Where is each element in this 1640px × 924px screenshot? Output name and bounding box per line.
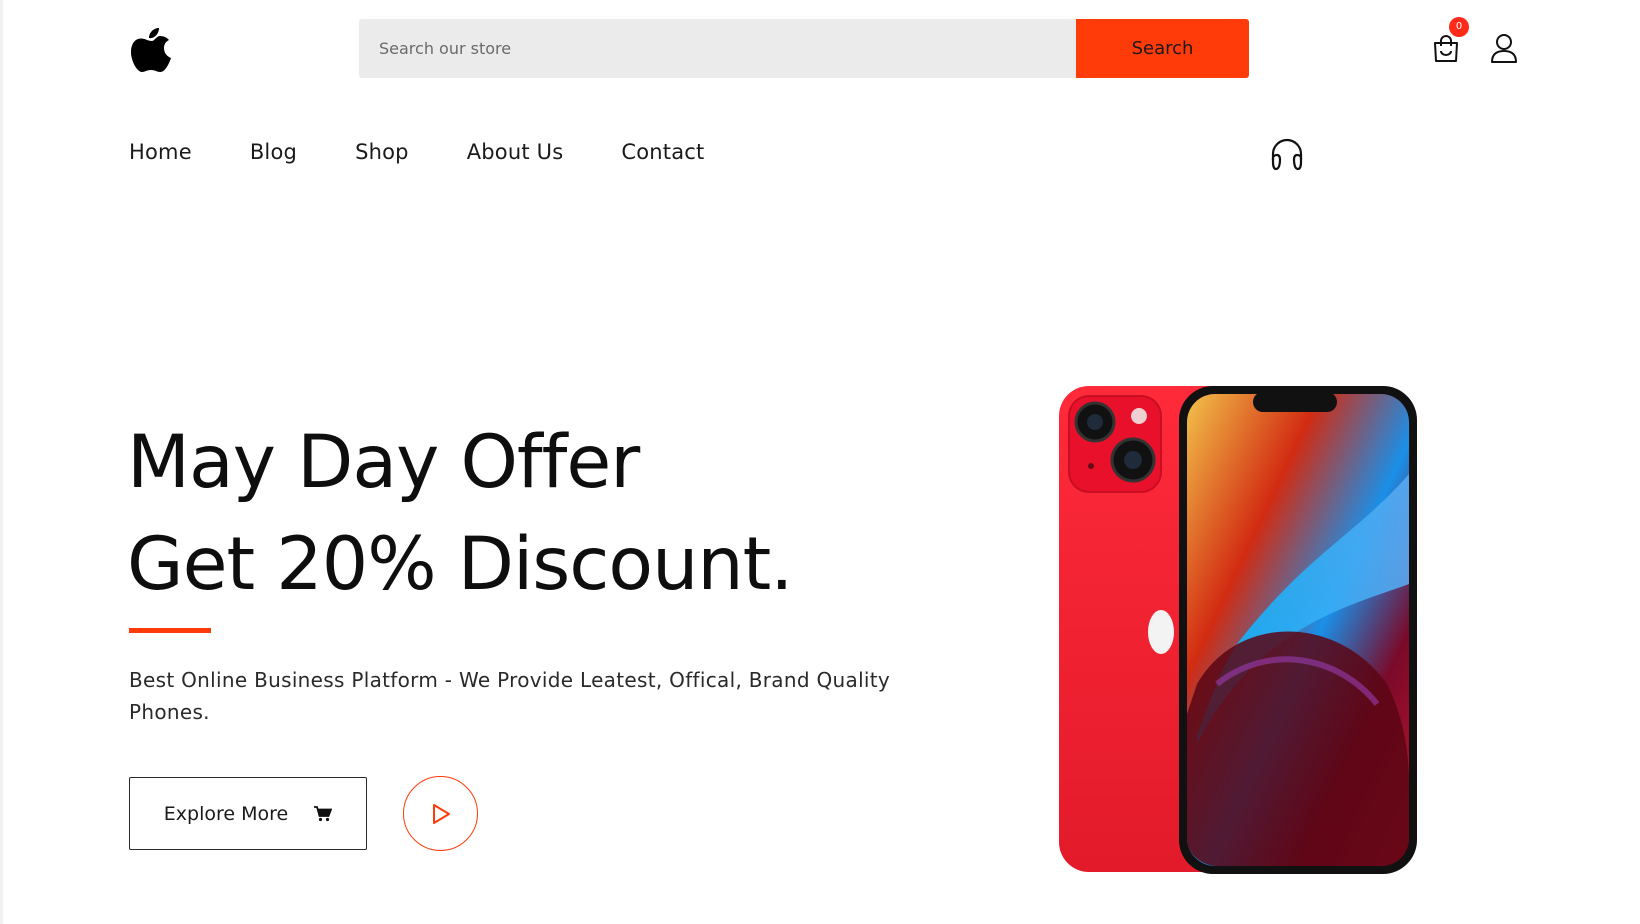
cart-count-badge: 0 bbox=[1449, 17, 1469, 37]
play-icon bbox=[432, 803, 450, 824]
search-button[interactable]: Search bbox=[1076, 19, 1249, 78]
page: Search 0 Home Blog Shop About Us Contact… bbox=[0, 0, 1640, 924]
red-smartphone-image bbox=[1059, 386, 1417, 874]
cart-icon bbox=[314, 805, 333, 821]
explore-more-button[interactable]: Explore More bbox=[129, 777, 367, 850]
nav-item-blog[interactable]: Blog bbox=[250, 140, 297, 164]
nav-item-shop[interactable]: Shop bbox=[355, 140, 409, 164]
shopping-bag-icon[interactable] bbox=[1431, 34, 1461, 64]
search-input[interactable] bbox=[359, 19, 1076, 78]
apple-logo-icon[interactable] bbox=[131, 26, 173, 74]
accent-divider bbox=[129, 628, 211, 633]
headphones-icon[interactable] bbox=[1269, 136, 1305, 172]
nav-item-about-us[interactable]: About Us bbox=[467, 140, 564, 164]
user-icon[interactable] bbox=[1490, 33, 1518, 63]
play-video-button[interactable] bbox=[403, 776, 478, 851]
explore-more-label: Explore More bbox=[163, 802, 289, 825]
hero-title-line-2: Get 20% Discount. bbox=[127, 522, 793, 607]
nav-item-home[interactable]: Home bbox=[129, 140, 192, 164]
hero-title: May Day Offer Get 20% Discount. bbox=[127, 412, 793, 616]
main-nav: Home Blog Shop About Us Contact bbox=[129, 140, 762, 164]
nav-item-contact[interactable]: Contact bbox=[621, 140, 704, 164]
hero-description: Best Online Business Platform - We Provi… bbox=[129, 668, 891, 724]
search-bar: Search bbox=[359, 19, 1249, 78]
hero-title-line-1: May Day Offer bbox=[127, 420, 640, 505]
